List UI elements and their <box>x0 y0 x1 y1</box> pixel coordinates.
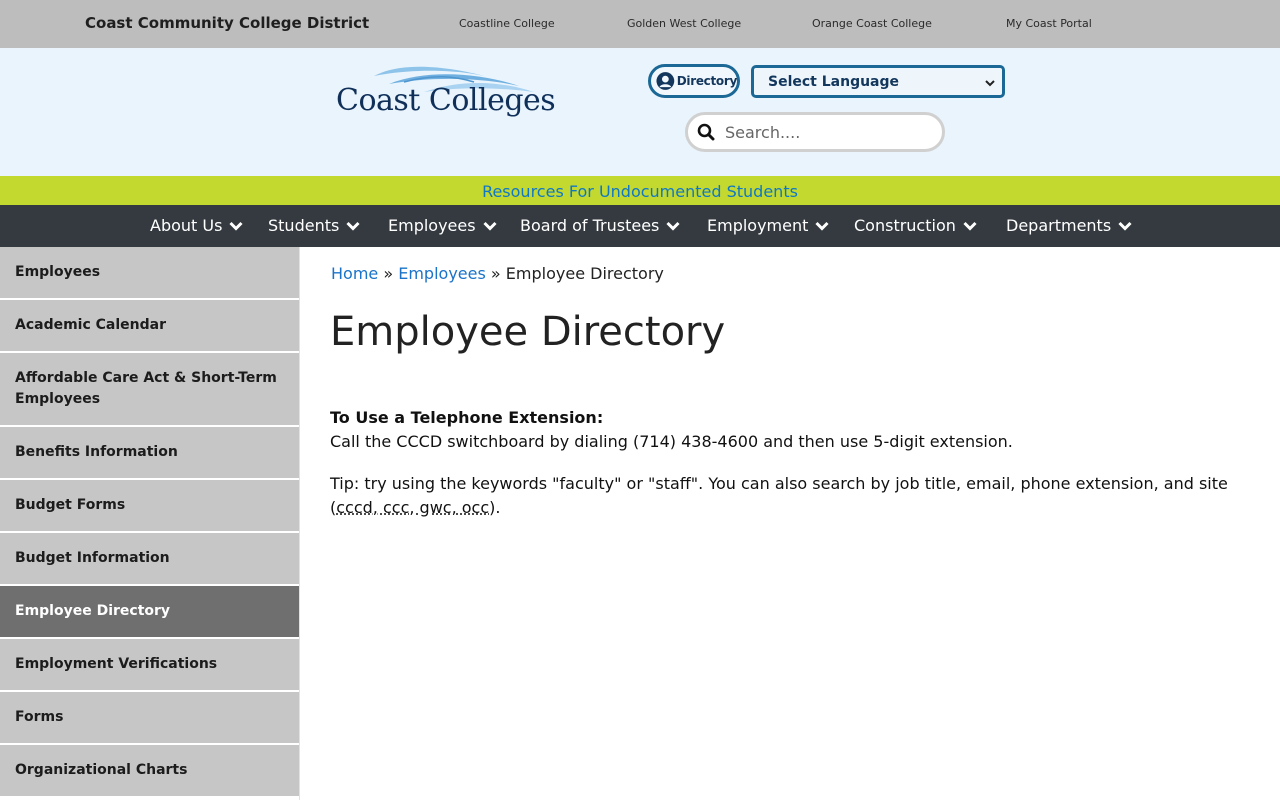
top-utility-bar: Coast Community College District Coastli… <box>0 0 1280 48</box>
breadcrumb-current: Employee Directory <box>505 264 664 283</box>
directory-label: Directory <box>676 74 738 88</box>
sidebar-divider <box>299 247 300 800</box>
tip-site-codes: cccd, ccc, gwc, occ <box>336 498 490 517</box>
golden-west-college-link[interactable]: Golden West College <box>627 17 741 30</box>
breadcrumb-home-link[interactable]: Home <box>331 264 378 283</box>
breadcrumb: Home » Employees » Employee Directory <box>331 264 664 283</box>
sidebar-item-employees[interactable]: Employees <box>0 247 299 298</box>
nav-item-employees[interactable]: Employees <box>388 216 497 235</box>
chevron-down-icon <box>963 221 977 231</box>
nav-item-label: Board of Trustees <box>520 216 660 235</box>
sidebar-item-academic-calendar[interactable]: Academic Calendar <box>0 300 299 351</box>
chevron-down-icon <box>229 221 243 231</box>
chevron-down-icon <box>483 221 497 231</box>
orange-coast-college-link[interactable]: Orange Coast College <box>812 17 932 30</box>
nav-item-label: Employees <box>388 216 476 235</box>
sidebar-item-benefits-information[interactable]: Benefits Information <box>0 427 299 478</box>
chevron-down-icon <box>815 221 829 231</box>
extension-instructions: Call the CCCD switchboard by dialing (71… <box>330 432 1013 451</box>
chevron-down-icon <box>666 221 680 231</box>
breadcrumb-separator: » <box>490 264 501 283</box>
tip-suffix: ). <box>489 498 501 517</box>
my-coast-portal-link[interactable]: My Coast Portal <box>1006 17 1092 30</box>
directory-button[interactable]: Directory <box>648 64 740 98</box>
undocumented-students-link[interactable]: Resources For Undocumented Students <box>482 182 798 201</box>
nav-item-label: Students <box>268 216 340 235</box>
page-title: Employee Directory <box>330 309 726 355</box>
sidebar-item-employee-directory[interactable]: Employee Directory <box>0 586 299 637</box>
language-select-value: Select Language <box>768 73 900 90</box>
site-header: Coast Colleges Directory Select Language <box>0 48 1280 176</box>
sidebar-item-organizational-charts[interactable]: Organizational Charts <box>0 745 299 796</box>
search-icon[interactable] <box>697 123 715 141</box>
chevron-down-icon <box>1118 221 1132 231</box>
nav-item-label: Departments <box>1006 216 1112 235</box>
sidebar-item-affordable-care-act[interactable]: Affordable Care Act & Short-Term Employe… <box>0 353 299 425</box>
college-links: Coastline College Golden West College Or… <box>0 17 1280 31</box>
extension-heading: To Use a Telephone Extension: <box>330 408 604 427</box>
nav-item-board-of-trustees[interactable]: Board of Trustees <box>520 216 680 235</box>
nav-item-construction[interactable]: Construction <box>854 216 977 235</box>
nav-item-label: Construction <box>854 216 956 235</box>
nav-item-label: Employment <box>707 216 809 235</box>
logo-text[interactable]: Coast Colleges <box>336 83 556 118</box>
nav-item-about-us[interactable]: About Us <box>150 216 243 235</box>
nav-item-students[interactable]: Students <box>268 216 360 235</box>
user-circle-icon <box>656 72 675 90</box>
sidebar-item-employment-verifications[interactable]: Employment Verifications <box>0 639 299 690</box>
nav-item-departments[interactable]: Departments <box>1006 216 1132 235</box>
main-navigation: About Us Students Employees Board of Tru… <box>0 205 1280 247</box>
search-tip: Tip: try using the keywords "faculty" or… <box>330 472 1235 520</box>
chevron-down-icon <box>985 80 995 87</box>
sidebar-item-budget-forms[interactable]: Budget Forms <box>0 480 299 531</box>
breadcrumb-separator: » <box>383 264 394 283</box>
chevron-down-icon <box>346 221 360 231</box>
sidebar-item-forms[interactable]: Forms <box>0 692 299 743</box>
search-input[interactable] <box>725 122 925 142</box>
coastline-college-link[interactable]: Coastline College <box>459 17 555 30</box>
announcement-bar: Resources For Undocumented Students <box>0 176 1280 205</box>
sidebar-item-budget-information[interactable]: Budget Information <box>0 533 299 584</box>
nav-item-label: About Us <box>150 216 223 235</box>
sidebar-menu: Employees Academic Calendar Affordable C… <box>0 247 300 800</box>
search-box <box>685 112 945 152</box>
language-select[interactable]: Select Language <box>751 65 1005 98</box>
breadcrumb-employees-link[interactable]: Employees <box>398 264 486 283</box>
nav-item-employment[interactable]: Employment <box>707 216 829 235</box>
